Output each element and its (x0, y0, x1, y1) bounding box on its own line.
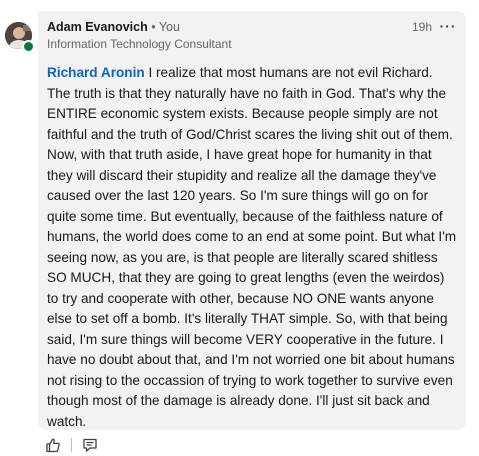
comment-actions (44, 435, 99, 455)
like-button[interactable] (44, 436, 62, 454)
author-headline: Information Technology Consultant (47, 37, 232, 51)
comment-text: Richard Aronin I realize that most human… (47, 63, 457, 432)
online-status-indicator (22, 40, 35, 53)
mention-link[interactable]: Richard Aronin (47, 65, 145, 80)
thumbs-up-icon (46, 438, 60, 453)
author-row: Adam Evanovich • You (47, 20, 180, 35)
author-name[interactable]: Adam Evanovich (47, 20, 148, 34)
comment-timestamp: 19h (411, 20, 432, 34)
comment-icon (83, 438, 97, 452)
reply-button[interactable] (81, 436, 99, 454)
connection-degree: • You (151, 20, 180, 34)
comment-body-text: I realize that most humans are not evil … (47, 65, 457, 429)
more-options-button[interactable]: ··· (438, 17, 458, 35)
actions-divider (71, 438, 72, 452)
comment-bubble: Adam Evanovich • You Information Technol… (38, 11, 466, 430)
comment-thread: Adam Evanovich • You Information Technol… (0, 0, 479, 456)
